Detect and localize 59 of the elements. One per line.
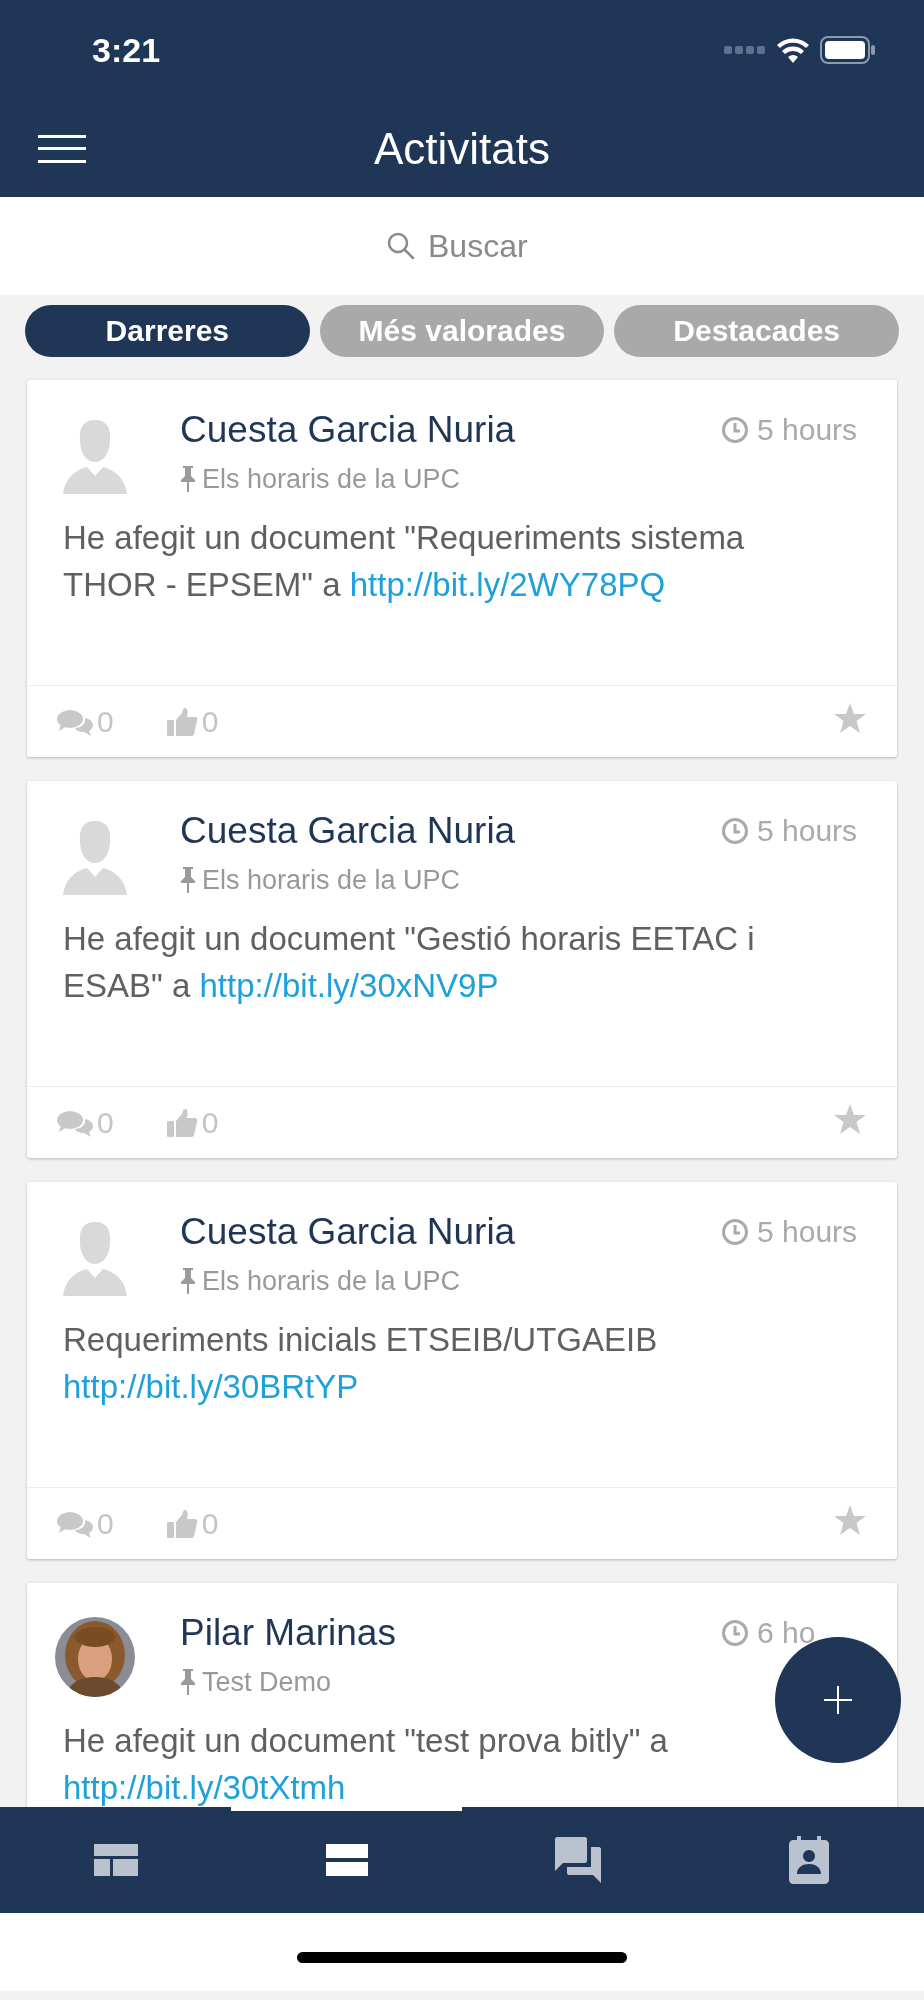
contact-card-icon — [788, 1836, 829, 1884]
chat-icon — [554, 1837, 601, 1883]
comments-icon — [57, 1509, 93, 1538]
star-icon[interactable] — [833, 1103, 867, 1135]
plus-icon — [824, 1686, 852, 1714]
battery-icon — [820, 36, 876, 64]
comments-icon — [57, 707, 93, 736]
post-link[interactable]: http://bit.ly/30BRtYP — [63, 1368, 359, 1405]
status-time: 3:21 — [92, 30, 161, 70]
author-name: Cuesta Garcia Nuria — [180, 408, 517, 452]
group-name: Els horaris de la UPC — [202, 864, 461, 896]
screen-title: Activitats — [372, 123, 551, 174]
post-link[interactable]: http://bit.ly/2WY78PQ — [349, 566, 666, 603]
search-icon — [386, 231, 416, 261]
post-link[interactable]: http://bit.ly/30tXtmh — [63, 1769, 346, 1806]
dashboard-icon — [93, 1844, 138, 1876]
author-name: Pilar Marinas — [180, 1611, 397, 1655]
comment-count: 0 — [97, 704, 114, 739]
author-name: Cuesta Garcia Nuria — [180, 1210, 517, 1254]
comments-icon — [57, 1108, 93, 1137]
post-text: Requeriments inicials ETSEIB/UTGAEIB http://bit.ly/30BRtYP — [62, 1320, 659, 1407]
wifi-icon — [776, 37, 810, 63]
thumbs-up-icon — [165, 1107, 198, 1138]
group-name: Els horaris de la UPC — [202, 1265, 461, 1297]
group-name: Els horaris de la UPC — [202, 463, 461, 495]
menu-icon — [38, 134, 86, 163]
clock-icon — [721, 416, 749, 444]
pin-icon — [180, 1267, 196, 1295]
star-icon[interactable] — [833, 702, 867, 734]
comment-count: 0 — [97, 1506, 114, 1541]
thumbs-up-icon — [165, 706, 198, 737]
group-name: Test Demo — [202, 1666, 332, 1698]
signal-icon — [724, 45, 766, 55]
comment-count: 0 — [97, 1105, 114, 1140]
filter-tab[interactable]: Més valorades — [319, 305, 605, 357]
search-field[interactable]: Buscar — [428, 227, 538, 265]
clock-icon — [721, 1619, 749, 1647]
pin-icon — [180, 1668, 196, 1696]
post-time: 5 hours — [757, 813, 858, 849]
post-link[interactable]: http://bit.ly/30xNV9P — [199, 967, 499, 1004]
thumbs-up-icon — [165, 1508, 198, 1539]
menu-button[interactable] — [38, 134, 86, 163]
post-text: He afegit un document "Gestió horaris EETAC i ESAB" a http://bit.ly/30xNV9P — [62, 919, 756, 1006]
post-text: He afegit un document "Requeriments sistema THOR - EPSEM" a http://bit.ly/2WY78PQ — [62, 518, 746, 605]
clock-icon — [721, 817, 749, 845]
post-time: 5 hours — [757, 1214, 858, 1250]
like-count: 0 — [201, 1105, 219, 1140]
author-name: Cuesta Garcia Nuria — [180, 809, 517, 853]
pin-icon — [180, 465, 196, 493]
pin-icon — [180, 866, 196, 894]
post-time: 6 ho — [757, 1615, 816, 1651]
filter-tab[interactable]: Darreres — [25, 305, 310, 357]
post-time: 5 hours — [757, 412, 858, 448]
clock-icon — [721, 1218, 749, 1246]
like-count: 0 — [201, 1506, 219, 1541]
like-count: 0 — [201, 704, 219, 739]
star-icon[interactable] — [833, 1504, 867, 1536]
list-icon — [325, 1844, 368, 1876]
filter-tab[interactable]: Destacades — [614, 305, 899, 357]
